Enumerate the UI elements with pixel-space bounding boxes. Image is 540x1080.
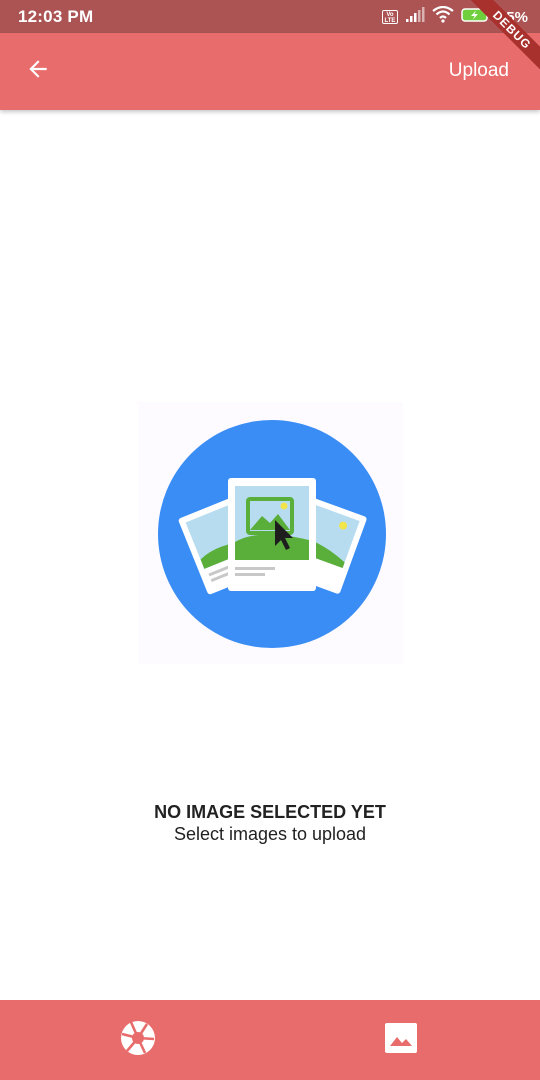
upload-button[interactable]: Upload — [449, 60, 509, 82]
camera-button[interactable] — [114, 1018, 162, 1062]
empty-state-title: NO IMAGE SELECTED YET — [154, 802, 386, 822]
app-bar: Upload — [0, 33, 540, 110]
screen: 12:03 PM Vo LTE 95% DEBUG Upload NO IMAG… — [0, 0, 540, 1080]
image-gallery-icon — [384, 1022, 418, 1059]
volte-icon: Vo LTE — [381, 10, 398, 24]
signal-icon — [405, 6, 425, 28]
camera-shutter-icon — [119, 1019, 157, 1062]
status-time: 12:03 PM — [18, 7, 94, 26]
wifi-icon — [432, 5, 454, 28]
back-button[interactable] — [14, 51, 62, 91]
photo-gallery-illustration — [138, 402, 403, 664]
status-bar: 12:03 PM Vo LTE 95% — [0, 0, 540, 33]
gallery-button[interactable] — [377, 1018, 425, 1062]
empty-state-subtitle: Select images to upload — [173, 824, 367, 844]
arrow-back-icon — [25, 56, 51, 87]
bottom-bar — [0, 1000, 540, 1080]
